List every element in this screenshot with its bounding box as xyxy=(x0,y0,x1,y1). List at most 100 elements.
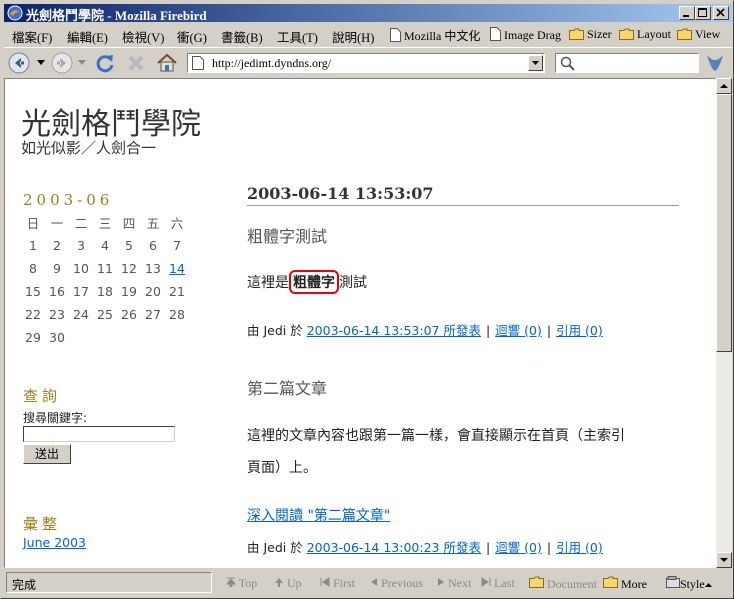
menu-tools[interactable]: 工具(T) xyxy=(277,27,318,46)
throbber-icon[interactable] xyxy=(704,51,726,75)
weekday-label: 五 xyxy=(146,216,160,231)
menu-view[interactable]: 檢視(V) xyxy=(122,27,164,46)
calendar-day: 11 xyxy=(97,261,113,276)
calendar-day: 16 xyxy=(49,284,65,299)
calendar-day xyxy=(93,326,117,349)
previous-icon xyxy=(371,578,377,586)
calendar-day-link[interactable]: 14 xyxy=(165,257,189,280)
weekday-label: 六 xyxy=(170,216,184,231)
vertical-scrollbar[interactable] xyxy=(716,78,732,568)
calendar-day: 22 xyxy=(25,307,41,322)
bookmark-mozilla-zh[interactable]: Mozilla 中文化 xyxy=(390,27,480,44)
menu-edit[interactable]: 編輯(E) xyxy=(67,27,108,46)
close-icon xyxy=(716,8,725,17)
status-bar: 完成 Top Up First Previous Next Last Docum… xyxy=(4,570,732,596)
menu-help[interactable]: 說明(H) xyxy=(332,27,374,46)
nav-first[interactable]: First xyxy=(320,576,355,591)
calendar-day: 28 xyxy=(169,307,185,322)
calendar-day: 30 xyxy=(49,330,65,345)
calendar-day: 26 xyxy=(121,307,137,322)
url-text: http://jedimt.dyndns.org/ xyxy=(212,56,332,70)
search-bar[interactable] xyxy=(555,53,699,73)
style-label: Style xyxy=(680,577,705,591)
calendar-day xyxy=(69,326,93,349)
bookmark-layout[interactable]: Layout xyxy=(619,27,671,42)
calendar-day: 8 xyxy=(29,261,37,276)
calendar-week: 8 9 10 11 12 13 14 xyxy=(21,257,189,280)
weekday-label: 二 xyxy=(74,216,88,231)
menu-file[interactable]: 檔案(F) xyxy=(12,27,52,46)
trackback-link[interactable]: 引用 (0) xyxy=(556,540,603,555)
page-icon xyxy=(192,56,204,70)
post-body: 這裡是 粗體字 測試 xyxy=(247,270,367,294)
comments-link[interactable]: 迴響 (0) xyxy=(495,323,542,338)
permalink[interactable]: 2003-06-14 13:00:23 所發表 xyxy=(307,540,481,555)
home-icon[interactable] xyxy=(156,52,178,74)
chevron-up-icon xyxy=(704,583,712,587)
scroll-thumb[interactable] xyxy=(716,94,732,352)
post-meta: 由 Jedi 於 2003-06-14 13:00:23 所發表 | 迴響 (0) |… xyxy=(247,540,603,555)
post-date-header: 2003-06-14 13:53:07 xyxy=(247,184,679,206)
back-icon[interactable] xyxy=(8,52,30,74)
calendar-day: 29 xyxy=(25,330,41,345)
nav-label: First xyxy=(333,576,356,590)
permalink[interactable]: 2003-06-14 13:53:07 所發表 xyxy=(307,323,481,338)
post-text: 測試 xyxy=(339,275,367,291)
search-heading: 查詢 xyxy=(23,387,62,405)
title-bar[interactable]: 光劍格鬥學院 - Mozilla Firebird xyxy=(4,4,732,23)
url-dropdown-button[interactable] xyxy=(528,55,543,71)
next-icon xyxy=(438,578,444,586)
bookmark-label: Sizer xyxy=(587,27,612,41)
search-input[interactable] xyxy=(23,426,175,442)
maximize-icon xyxy=(698,8,707,17)
post-body-line: 頁面）上。 xyxy=(247,460,317,476)
nav-up[interactable]: Up xyxy=(274,576,302,591)
maximize-button[interactable] xyxy=(695,6,711,20)
calendar-day: 9 xyxy=(53,261,61,276)
trackback-link[interactable]: 引用 (0) xyxy=(556,323,603,338)
nav-top[interactable]: Top xyxy=(225,576,257,591)
calendar-day: 6 xyxy=(149,238,157,253)
arrow-up-icon xyxy=(720,84,728,88)
nav-last[interactable]: Last xyxy=(481,576,515,591)
forward-icon[interactable] xyxy=(51,52,73,74)
calendar-week: 15 16 17 18 19 20 21 xyxy=(21,280,189,303)
page-icon xyxy=(390,28,401,42)
bookmark-sizer[interactable]: Sizer xyxy=(569,27,612,42)
first-icon xyxy=(320,577,330,587)
menu-bookmarks[interactable]: 書籤(B) xyxy=(221,27,263,46)
weekday-label: 四 xyxy=(122,216,136,231)
nav-document[interactable]: Document xyxy=(529,576,597,592)
nav-next[interactable]: Next xyxy=(437,576,471,591)
calendar-week: 22 23 24 25 26 27 28 xyxy=(21,303,189,326)
minimize-button[interactable] xyxy=(679,6,695,20)
style-button[interactable]: Style xyxy=(666,576,713,592)
url-bar[interactable]: http://jedimt.dyndns.org/ xyxy=(187,53,545,73)
bookmark-image-drag[interactable]: Image Drag xyxy=(490,27,561,43)
menu-go[interactable]: 衝(G) xyxy=(177,27,207,46)
bookmark-view[interactable]: View xyxy=(677,27,720,42)
nav-label: Up xyxy=(287,576,302,590)
nav-previous[interactable]: Previous xyxy=(370,576,423,591)
minimize-icon xyxy=(683,15,689,17)
close-button[interactable] xyxy=(713,6,729,20)
meta-author: 由 Jedi 於 xyxy=(247,323,303,338)
style-icon xyxy=(666,576,680,588)
window-title: 光劍格鬥學院 - Mozilla Firebird xyxy=(26,8,207,23)
read-more-link[interactable]: 深入閱讀 "第二篇文章" xyxy=(247,505,390,525)
up-icon xyxy=(275,578,283,587)
calendar-day: 5 xyxy=(125,238,133,253)
forward-dropdown-icon[interactable] xyxy=(78,60,86,66)
reload-icon[interactable] xyxy=(94,52,116,74)
scroll-down-button[interactable] xyxy=(716,552,732,568)
archive-link[interactable]: June 2003 xyxy=(23,535,86,550)
meta-author: 由 Jedi 於 xyxy=(247,540,303,555)
last-icon xyxy=(481,577,491,587)
nav-more[interactable]: More xyxy=(603,576,647,592)
scroll-up-button[interactable] xyxy=(716,78,732,94)
submit-button[interactable]: 送出 xyxy=(23,444,71,464)
calendar-week: 1 2 3 4 5 6 7 xyxy=(21,234,189,257)
stop-icon[interactable] xyxy=(125,52,147,74)
back-dropdown-icon[interactable] xyxy=(37,60,45,66)
comments-link[interactable]: 迴響 (0) xyxy=(495,540,542,555)
